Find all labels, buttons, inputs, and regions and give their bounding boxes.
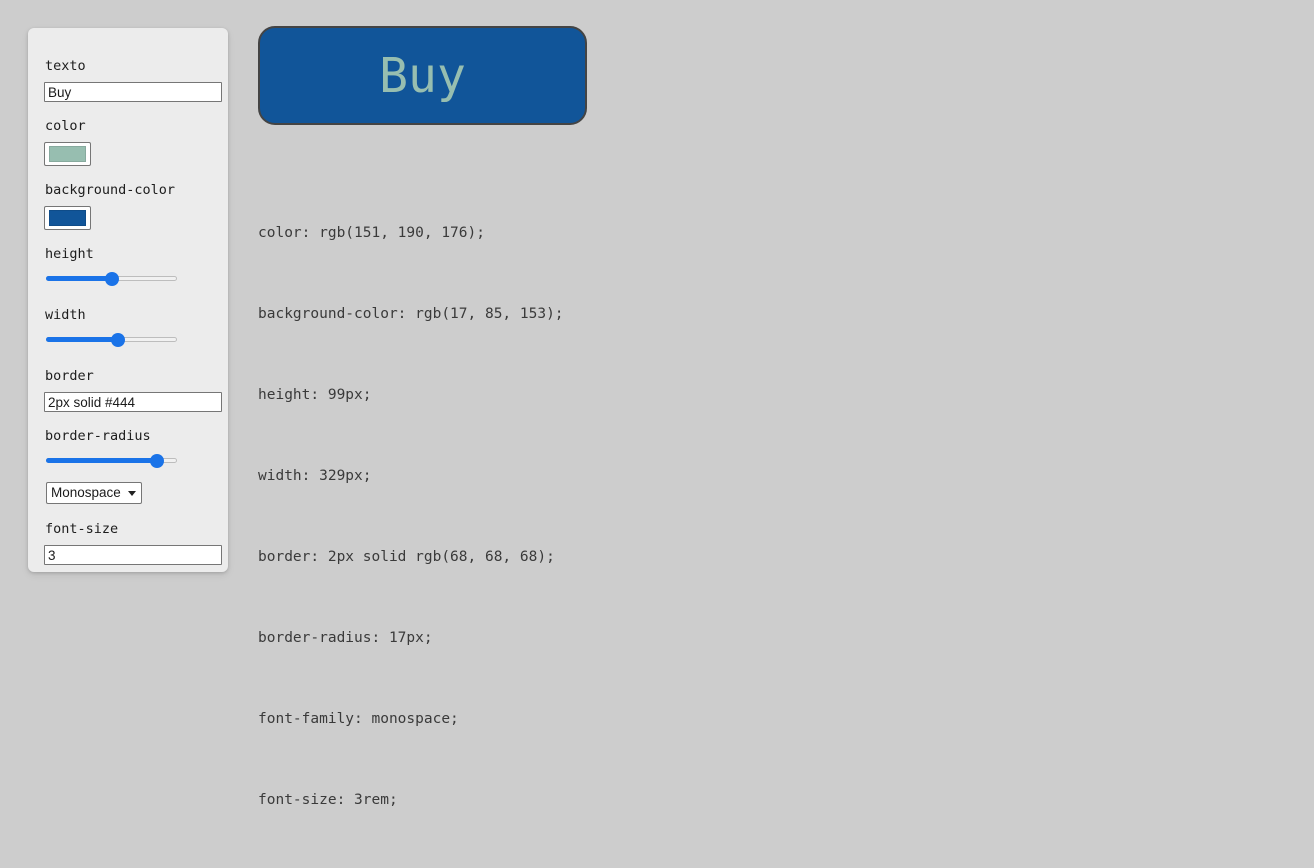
- field-width: width: [44, 307, 212, 349]
- css-output-list: color: rgb(151, 190, 176); background-co…: [258, 166, 564, 868]
- label-font-size: font-size: [45, 521, 119, 537]
- field-texto: texto: [44, 58, 222, 102]
- label-border: border: [45, 368, 94, 384]
- css-line-background-color: background-color: rgb(17, 85, 153);: [258, 306, 564, 322]
- texto-input[interactable]: [44, 82, 222, 102]
- height-slider[interactable]: [46, 270, 177, 288]
- width-slider-fill: [46, 337, 119, 342]
- field-font-size: font-size: [44, 521, 222, 565]
- font-family-select[interactable]: Monospace: [46, 482, 142, 504]
- css-line-font-size: font-size: 3rem;: [258, 792, 398, 808]
- width-slider-thumb[interactable]: [111, 333, 126, 347]
- color-picker-background-color[interactable]: [44, 206, 91, 230]
- color-swatch-fill: [49, 146, 86, 162]
- css-line-width: width: 329px;: [258, 468, 372, 484]
- width-slider[interactable]: [46, 331, 177, 349]
- css-line-height: height: 99px;: [258, 387, 372, 403]
- background-color-swatch-fill: [49, 210, 86, 226]
- color-picker-color[interactable]: [44, 142, 91, 166]
- height-slider-fill: [46, 276, 112, 281]
- css-line-font-family: font-family: monospace;: [258, 711, 459, 727]
- label-height: height: [45, 246, 94, 262]
- label-texto: texto: [45, 58, 86, 74]
- font-size-input[interactable]: [44, 545, 222, 565]
- border-input[interactable]: [44, 392, 222, 412]
- field-border-radius: border-radius: [44, 428, 212, 470]
- preview-area: Buy: [258, 26, 587, 125]
- css-line-border: border: 2px solid rgb(68, 68, 68);: [258, 549, 555, 565]
- css-line-border-radius: border-radius: 17px;: [258, 630, 433, 646]
- field-border: border: [44, 368, 222, 412]
- label-color: color: [45, 118, 86, 134]
- height-slider-thumb[interactable]: [104, 272, 119, 286]
- border-radius-slider[interactable]: [46, 452, 177, 470]
- preview-buy-button[interactable]: Buy: [258, 26, 587, 125]
- label-border-radius: border-radius: [45, 428, 151, 444]
- label-background-color: background-color: [45, 182, 176, 198]
- field-background-color: background-color: [44, 182, 212, 230]
- chevron-down-icon: [127, 491, 136, 496]
- border-radius-slider-fill: [46, 458, 158, 463]
- border-radius-slider-thumb[interactable]: [150, 454, 165, 468]
- field-height: height: [44, 246, 212, 288]
- controls-panel: texto color background-color height: [28, 28, 228, 572]
- css-line-color: color: rgb(151, 190, 176);: [258, 225, 485, 241]
- field-color: color: [44, 118, 212, 166]
- label-width: width: [45, 307, 86, 323]
- font-family-select-value: Monospace: [51, 485, 121, 500]
- app-root: texto color background-color height: [0, 0, 1314, 808]
